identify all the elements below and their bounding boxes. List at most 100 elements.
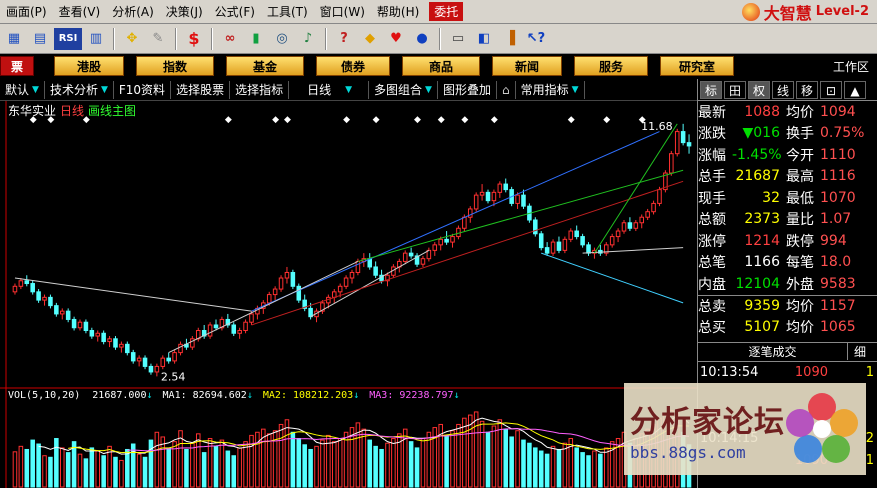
quote-value: 1116 — [820, 168, 856, 185]
candle-body — [284, 271, 290, 279]
workspace-label[interactable]: 工作区 — [833, 58, 877, 75]
nav-index-button[interactable]: 指数 — [136, 56, 214, 76]
volume-bar — [136, 453, 142, 488]
alert-icon[interactable]: ? — [332, 28, 356, 50]
func-multi-chart[interactable]: 多图组合 ▼ — [369, 80, 438, 99]
nav-stocks-button[interactable]: 票 — [0, 56, 34, 76]
candlestick-chart[interactable]: ◆ ◆ ◆ ◆ ◆ ◆ ◆ ◆ ◆ ◆ ◆ ◆ ◆ ◆ ◆ 2.54 11.68 — [0, 101, 697, 488]
quote-value: 12104 — [735, 275, 780, 292]
func-default-label: 默认 — [5, 83, 30, 97]
nav-research-button[interactable]: 研究室 — [660, 56, 734, 76]
dropdown-icon: ▼ — [571, 84, 579, 95]
volume-header: VOL(5,10,20) 21687.000↓ MA1: 82694.602↓ … — [8, 390, 460, 401]
table-icon[interactable]: ▥ — [84, 28, 108, 50]
quote-row: 涨停 1214 跌停 994 — [698, 230, 877, 252]
volume-bar — [562, 442, 568, 488]
tab-move[interactable]: 移 — [796, 80, 818, 99]
brand-logo-icon — [741, 2, 760, 21]
func-default[interactable]: 默认 ▼ — [0, 80, 45, 99]
candle-body — [166, 357, 171, 362]
volume-bar — [48, 456, 53, 488]
menu-item-analysis[interactable]: 分析(A) — [106, 3, 160, 20]
ticks-title[interactable]: 逐笔成交 — [698, 343, 848, 360]
dollar-icon[interactable]: $ — [182, 28, 206, 50]
window-icon[interactable]: ◧ — [472, 28, 496, 50]
func-select-indicator[interactable]: 选择指标 — [230, 80, 290, 99]
help-cursor-icon[interactable]: ↖? — [524, 28, 548, 50]
chart-area[interactable]: ◆ ◆ ◆ ◆ ◆ ◆ ◆ ◆ ◆ ◆ ◆ ◆ ◆ ◆ ◆ 2.54 11.68 东华实业 日线 画线主图 … — [0, 101, 697, 488]
quote-row: 涨幅 -1.45% 今开 1110 — [698, 144, 877, 166]
entrust-button[interactable]: 委托 — [429, 2, 464, 21]
volume-bar — [89, 447, 95, 488]
menu-item-window[interactable]: 窗口(W) — [314, 3, 371, 20]
candle-body — [237, 330, 242, 334]
tab-quote[interactable]: 标 — [700, 80, 722, 99]
bars-icon[interactable]: ▮ — [244, 28, 268, 50]
tab-line[interactable]: 线 — [772, 80, 794, 99]
rsi-icon[interactable]: RSI — [54, 27, 82, 50]
volume-bar — [491, 425, 497, 488]
func-daily[interactable]: 日线 ▼ — [289, 80, 370, 99]
func-multi-chart-label: 多图组合 — [374, 83, 423, 97]
cross-cursor-icon[interactable]: ✥ — [120, 28, 144, 50]
func-f10[interactable]: F10资料 — [114, 80, 172, 99]
tab-grid[interactable]: 田 — [724, 80, 746, 99]
nav-fund-button[interactable]: 基金 — [226, 56, 304, 76]
candle-body — [119, 343, 124, 348]
glasses-icon[interactable]: ∞ — [218, 28, 242, 50]
func-common-indicator[interactable]: 常用指标 ▼ — [516, 80, 585, 99]
candle-body — [12, 285, 18, 293]
candle-body — [296, 285, 302, 301]
quote-value: 1214 — [744, 232, 780, 249]
books-icon[interactable]: ▐ — [498, 28, 522, 50]
binoculars-icon[interactable]: ◎ — [270, 28, 294, 50]
heart-icon[interactable]: ♥ — [384, 28, 408, 50]
menu-item-tools[interactable]: 工具(T) — [261, 3, 314, 20]
nav-service-button[interactable]: 服务 — [574, 56, 648, 76]
tab-up[interactable]: ▲ — [844, 80, 866, 99]
globe-icon[interactable]: ● — [410, 28, 434, 50]
lock-icon[interactable]: ⌂ — [497, 80, 516, 99]
ticks-detail-tab[interactable]: 细 — [848, 343, 866, 360]
quote-row: 总卖 9359 均价 1157 — [698, 294, 877, 317]
screen-icon[interactable]: ▭ — [446, 28, 470, 50]
grid-icon[interactable]: ▦ — [2, 28, 26, 50]
menu-item-view[interactable]: 查看(V) — [53, 3, 107, 20]
func-select-stock[interactable]: 选择股票 — [171, 80, 231, 99]
draw-mode-label[interactable]: 画线主图 — [88, 102, 136, 119]
quote-row: 总额 2373 量比 1.07 — [698, 209, 877, 231]
tab-box[interactable]: ⊡ — [820, 80, 842, 99]
ruler-icon[interactable]: ✎ — [146, 28, 170, 50]
nav-news-button[interactable]: 新闻 — [492, 56, 562, 76]
signal-marker: ◆ — [603, 115, 610, 125]
volume-bar — [473, 411, 479, 488]
quote-label: 最低 — [786, 190, 814, 207]
quote-label: 量比 — [786, 212, 814, 229]
candle-body — [71, 318, 77, 329]
nav-commodity-button[interactable]: 商品 — [402, 56, 480, 76]
chart-window-icon[interactable]: ▤ — [28, 28, 52, 50]
diamond-icon[interactable]: ◆ — [358, 28, 382, 50]
tab-rights[interactable]: 权 — [748, 80, 770, 99]
volume-bar — [373, 445, 378, 488]
volume-bar — [533, 447, 538, 488]
bell-icon[interactable]: ♪ — [296, 28, 320, 50]
func-tech-analysis[interactable]: 技术分析 ▼ — [45, 80, 114, 99]
volume-bar — [485, 431, 491, 488]
menu-item-decision[interactable]: 决策(J) — [160, 3, 209, 20]
func-overlay[interactable]: 图形叠加 — [438, 80, 497, 99]
nav-hk-button[interactable]: 港股 — [54, 56, 124, 76]
candle-body — [479, 191, 485, 196]
nav-bond-button[interactable]: 债券 — [316, 56, 390, 76]
toolbar-separator — [439, 27, 441, 50]
candle-body — [355, 260, 361, 273]
menu-item-screen[interactable]: 画面(P) — [0, 3, 53, 20]
quote-value: 1157 — [820, 297, 856, 314]
menu-item-formula[interactable]: 公式(F) — [209, 3, 261, 20]
dropdown-icon: ▼ — [32, 84, 39, 95]
menu-item-help[interactable]: 帮助(H) — [371, 3, 425, 20]
quote-label: 均价 — [786, 298, 814, 315]
volume-bar — [12, 451, 18, 488]
volume-bar — [65, 452, 71, 488]
volume-bar — [598, 453, 603, 488]
